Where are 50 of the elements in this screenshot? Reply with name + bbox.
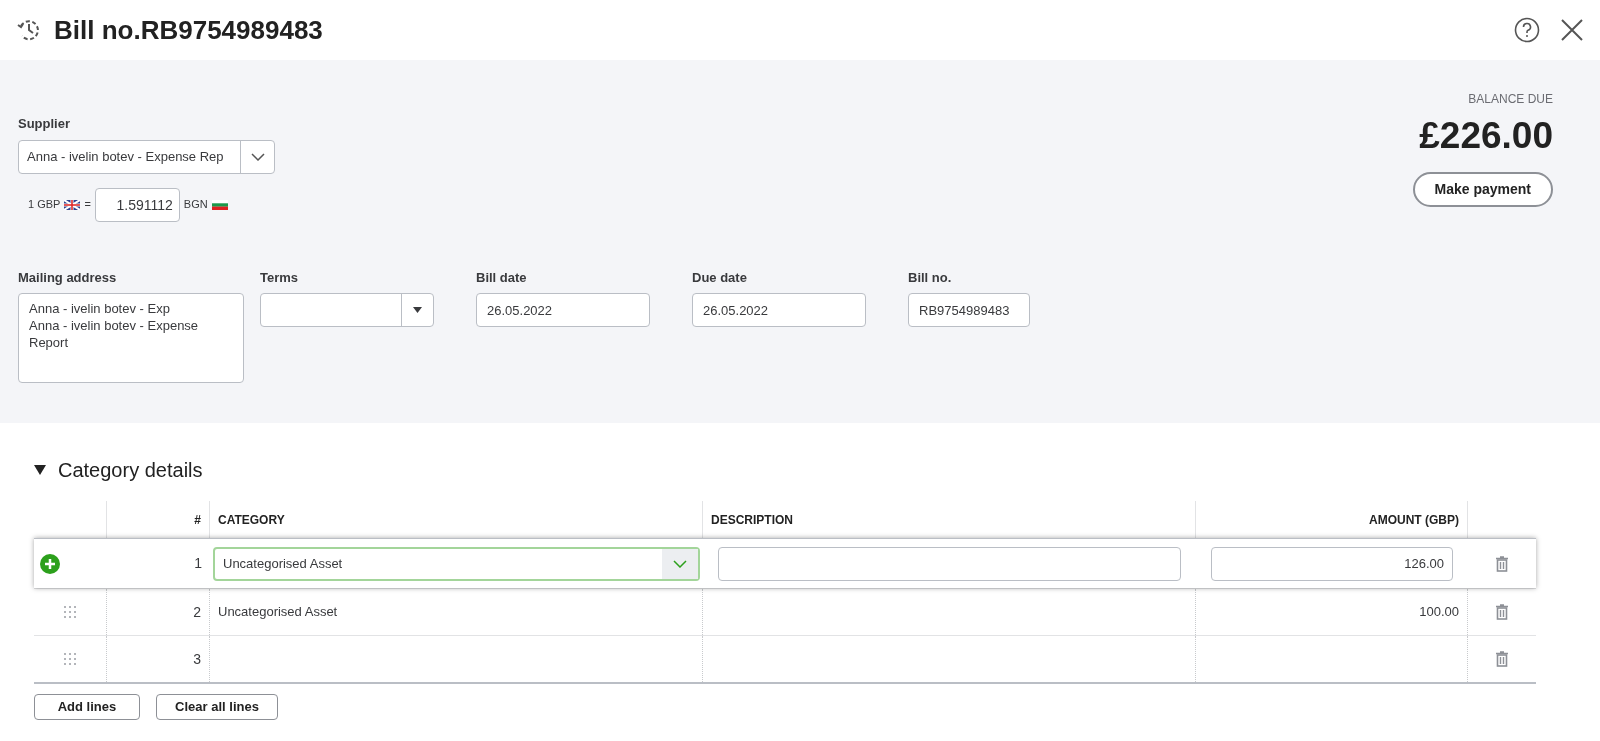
field-label: Mailing address <box>18 268 118 287</box>
delete-icon[interactable] <box>1495 651 1509 667</box>
column-header: DESCRIPTION <box>711 511 793 529</box>
flag-icon <box>211 199 228 210</box>
text-field[interactable]: RB9754989483 <box>908 293 1030 327</box>
delete-icon[interactable] <box>1495 604 1509 620</box>
currency-label: 1 GBP <box>28 197 61 213</box>
field-label: Terms <box>260 268 300 287</box>
column-header: CATEGORY <box>218 511 285 529</box>
drag-handle-icon[interactable] <box>64 653 76 665</box>
amount-field[interactable]: 126.00 <box>1211 546 1453 581</box>
row-number: 2 <box>193 602 201 622</box>
field-label: Due date <box>692 268 748 287</box>
chevron-down-icon <box>673 559 687 568</box>
column-header: # <box>194 511 201 529</box>
description-field[interactable] <box>718 546 1181 581</box>
category-dropdown[interactable]: Uncategorised Asset <box>213 546 700 581</box>
row-number: 3 <box>193 649 201 669</box>
make-payment-button[interactable]: Make payment <box>1412 172 1553 207</box>
currency-label: BGN <box>183 197 208 213</box>
bill-title: Bill no.RB9754989483 <box>54 13 323 47</box>
section-title: Category details <box>58 458 203 483</box>
drag-handle-icon[interactable] <box>64 606 76 618</box>
supplier-dropdown[interactable]: Anna - ivelin botev - Expense Rep <box>18 139 275 174</box>
add-icon[interactable] <box>40 553 60 574</box>
table-cell-text: 100.00 <box>1419 603 1459 622</box>
balance-amount: £226.00 <box>1419 114 1553 158</box>
delete-icon[interactable] <box>1495 555 1509 572</box>
exchange-rate-field[interactable]: 1.591112 <box>94 187 180 222</box>
balance-due-label: BALANCE DUE <box>1468 91 1553 108</box>
text-field[interactable]: 26.05.2022 <box>692 293 866 327</box>
field-label: Bill date <box>476 268 528 287</box>
row-number: 1 <box>194 555 202 571</box>
table-cell-text: Uncategorised Asset <box>218 603 338 622</box>
terms-dropdown[interactable] <box>260 293 434 327</box>
column-header: AMOUNT (GBP) <box>1369 511 1459 529</box>
help-icon[interactable] <box>1514 17 1540 43</box>
table-action-button[interactable]: Add lines <box>34 694 140 720</box>
collapse-caret-icon[interactable] <box>34 465 46 475</box>
close-icon[interactable] <box>1560 18 1584 42</box>
history-icon[interactable] <box>16 17 42 43</box>
table-action-button[interactable]: Clear all lines <box>156 694 278 720</box>
equals-sign: = <box>84 197 91 213</box>
field-label: Bill no. <box>908 268 953 287</box>
text-field[interactable]: 26.05.2022 <box>476 293 650 327</box>
field-label: Supplier <box>18 115 71 133</box>
flag-icon <box>64 199 81 210</box>
mailing-address-field[interactable]: Anna - ivelin botev - Exp Anna - ivelin botev - Expense Report <box>18 293 244 383</box>
caret-icon <box>413 307 422 313</box>
chevron-down-icon <box>250 152 265 161</box>
